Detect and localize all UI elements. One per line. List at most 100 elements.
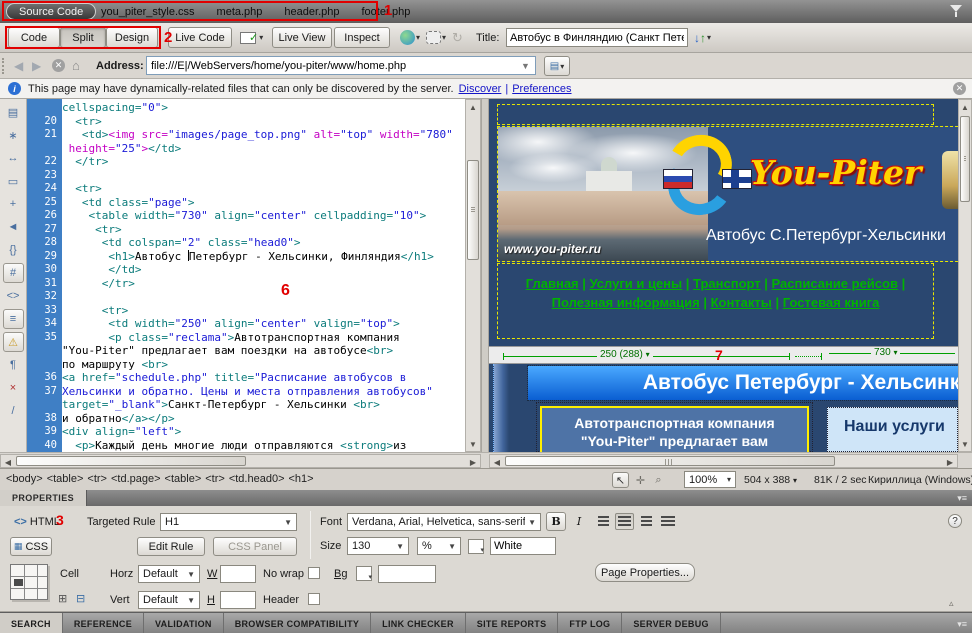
zoom-tool-icon[interactable]: ⌕ — [650, 472, 667, 488]
code-line[interactable]: height="25"></td> — [62, 142, 465, 156]
split-view-divider[interactable] — [481, 99, 489, 452]
toolbar-grip[interactable] — [2, 58, 6, 74]
discover-link[interactable]: Discover — [459, 83, 502, 95]
line-number[interactable] — [27, 101, 57, 115]
code-line[interactable]: <tr> — [62, 182, 465, 196]
vert-combo[interactable]: Default▼ — [138, 591, 200, 609]
scroll-left-icon[interactable]: ◀ — [1, 455, 15, 469]
file-get-put-icon[interactable]: ↓↑▾ — [694, 28, 711, 47]
menu-link[interactable]: Полезная информация — [552, 295, 700, 310]
scroll-right-icon[interactable]: ▶ — [943, 455, 957, 469]
css-mode-button[interactable]: ▦CSS — [10, 537, 52, 556]
expand-all-icon[interactable]: + — [3, 194, 24, 214]
results-tab-reference[interactable]: REFERENCE — [63, 613, 144, 633]
size-unit-combo[interactable]: %▼ — [417, 537, 461, 555]
align-justify-icon[interactable] — [658, 513, 677, 530]
scroll-down-icon[interactable]: ▼ — [958, 437, 972, 451]
visual-aids-icon[interactable]: ▾ — [426, 28, 446, 47]
menu-link[interactable]: Расписание рейсов — [772, 276, 898, 291]
design-vertical-scrollbar[interactable]: ▲ ▼ — [958, 99, 972, 452]
split-cell-icon[interactable]: ⊟ — [76, 592, 85, 605]
preferences-link[interactable]: Preferences — [512, 83, 571, 95]
address-dropdown-icon[interactable]: ▼ — [521, 61, 530, 71]
line-number[interactable] — [27, 142, 57, 156]
line-number[interactable]: 31 — [27, 277, 57, 291]
line-number-gutter[interactable]: 2021 2223242526272829303132333435 3637 3… — [27, 99, 62, 452]
line-number[interactable]: 25 — [27, 196, 57, 210]
check-browser-compatibility-icon[interactable]: ✓▾ — [240, 28, 263, 47]
document-title-input[interactable] — [506, 28, 688, 47]
preview-in-browser-icon[interactable]: ▾ — [400, 28, 420, 47]
page-top-image-cell[interactable] — [497, 104, 934, 125]
code-line[interactable]: cellspacing="0"> — [62, 101, 465, 115]
line-number[interactable]: 38 — [27, 412, 57, 426]
tag-selector-item[interactable]: <body> — [6, 473, 43, 485]
line-number[interactable]: 34 — [27, 317, 57, 331]
scroll-up-icon[interactable]: ▲ — [466, 100, 480, 114]
inspect-button[interactable]: Inspect — [334, 27, 390, 48]
header-checkbox[interactable] — [308, 593, 320, 605]
line-number[interactable]: 23 — [27, 169, 57, 183]
scroll-up-icon[interactable]: ▲ — [958, 100, 972, 114]
align-right-icon[interactable] — [637, 513, 656, 530]
code-scrollbar-thumb[interactable] — [467, 160, 479, 260]
tag-selector-item[interactable]: <tr> — [87, 473, 107, 485]
line-number[interactable]: 24 — [27, 182, 57, 196]
table-width-menu[interactable]: 730 ▾ — [871, 347, 900, 358]
site-banner[interactable]: www.you-piter.ru You-Piter Автобус С.Пет… — [497, 126, 958, 262]
hand-tool-icon[interactable]: ✛ — [632, 472, 649, 488]
nowrap-checkbox[interactable] — [308, 567, 320, 579]
code-line[interactable]: и обратно</a></p> — [62, 412, 465, 426]
code-line[interactable]: <p class="reclama">Автотранспортная комп… — [62, 331, 465, 345]
line-number[interactable]: 26 — [27, 209, 57, 223]
design-scrollbar-thumb[interactable] — [960, 116, 970, 202]
properties-tab[interactable]: PROPERTIES — [0, 490, 87, 506]
address-input[interactable] — [146, 56, 536, 75]
code-line[interactable] — [62, 169, 465, 183]
code-line[interactable]: <td width="250" align="center" valign="t… — [62, 317, 465, 331]
collapse-selection-icon[interactable]: ▭ — [3, 171, 24, 191]
select-tool-icon[interactable]: ↖ — [612, 472, 629, 488]
page-properties-button[interactable]: Page Properties... — [595, 563, 695, 582]
line-number[interactable]: 36 — [27, 371, 57, 385]
menu-link[interactable]: Транспорт — [693, 276, 761, 291]
w-field[interactable] — [220, 565, 256, 583]
forward-icon[interactable]: ▶ — [32, 59, 41, 73]
code-line[interactable]: <h1>Автобус Петербург - Хельсинки, Финля… — [62, 250, 465, 264]
tag-selector-item[interactable]: <h1> — [289, 473, 314, 485]
h-field[interactable] — [220, 591, 256, 609]
code-horizontal-scrollbar[interactable]: ◀ ▶ — [0, 454, 481, 468]
home-icon[interactable]: ⌂ — [72, 58, 80, 73]
menu-link[interactable]: Гостевая книга — [783, 295, 880, 310]
code-line[interactable]: <tr> — [62, 115, 465, 129]
line-number[interactable]: 30 — [27, 263, 57, 277]
help-icon[interactable]: ? — [948, 514, 962, 528]
magnification-combo[interactable]: 100%▾ — [684, 471, 736, 488]
line-number[interactable]: 29 — [27, 250, 57, 264]
code-line[interactable]: <td class="page"> — [62, 196, 465, 210]
code-line[interactable]: <td><img src="images/page_top.png" alt="… — [62, 128, 465, 142]
bold-button[interactable]: B — [546, 512, 566, 531]
line-number[interactable]: 27 — [27, 223, 57, 237]
code-line[interactable]: </tr> — [62, 155, 465, 169]
tag-selector-item[interactable]: <tr> — [205, 473, 225, 485]
balance-braces-icon[interactable]: {} — [3, 240, 24, 260]
remove-comment-icon[interactable]: × — [3, 378, 24, 398]
code-line[interactable]: <p>Каждый день многие люди отправляются … — [62, 439, 465, 453]
close-info-bar-icon[interactable]: ✕ — [953, 82, 966, 95]
code-vertical-scrollbar[interactable]: ▲ ▼ — [465, 99, 481, 452]
design-horizontal-scrollbar[interactable]: ◀ ▶ — [489, 454, 958, 468]
reclama-cell[interactable]: Автотранспортная компания "You-Piter" пр… — [536, 402, 813, 452]
targeted-rule-combo[interactable]: H1▼ — [160, 513, 297, 531]
scroll-right-icon[interactable]: ▶ — [466, 455, 480, 469]
tag-selector-item[interactable]: <td.page> — [111, 473, 161, 485]
code-line[interactable]: Хельсинки и обратно. Цены и места отправ… — [62, 385, 465, 399]
open-documents-icon[interactable]: ▤ — [3, 102, 24, 122]
code-line[interactable]: <td colspan="2" class="head0"> — [62, 236, 465, 250]
stop-icon[interactable]: ✕ — [52, 59, 65, 72]
highlight-invalid-code-icon[interactable]: <> — [3, 286, 24, 306]
results-tab-validation[interactable]: VALIDATION — [144, 613, 224, 633]
code-navigator-icon[interactable]: ∗ — [3, 125, 24, 145]
panel-resize-grip[interactable]: ▵ — [949, 598, 954, 609]
line-number[interactable] — [27, 398, 57, 412]
